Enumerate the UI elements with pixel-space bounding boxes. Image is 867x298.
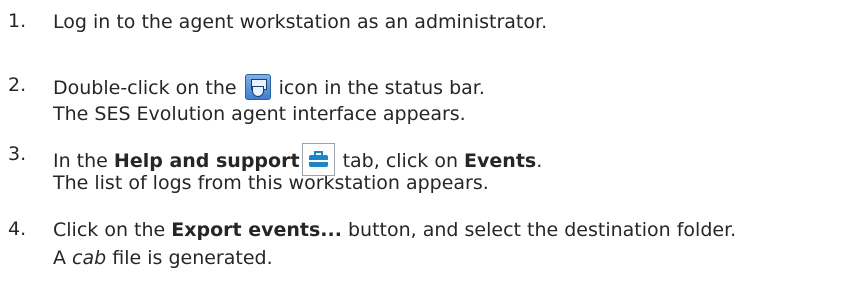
step-body: Log in to the agent workstation as an ad… bbox=[53, 10, 867, 34]
step-result-line: A cab file is generated. bbox=[53, 246, 867, 270]
events-label: Events bbox=[464, 150, 537, 172]
step-number: 3. bbox=[8, 143, 27, 165]
step-text-line-1: Click on the Export events... button, an… bbox=[53, 218, 867, 242]
text-segment: Click on the bbox=[53, 219, 166, 241]
step-result-line: The SES Evolution agent interface appear… bbox=[53, 103, 466, 125]
step-result-line: The list of logs from this workstation a… bbox=[53, 172, 489, 194]
text-segment: icon in the status bar. bbox=[278, 77, 485, 99]
step-text-line-1: In the Help and support tab, click on Ev… bbox=[53, 143, 867, 176]
step-number: 4. bbox=[8, 218, 27, 240]
step-text: Log in to the agent workstation as an ad… bbox=[53, 11, 548, 33]
agent-shield-icon bbox=[244, 74, 271, 100]
text-segment: button, and select the destination folde… bbox=[347, 219, 737, 241]
step-text-line-1: Double-click on the icon in the status b… bbox=[53, 74, 867, 100]
step-number: 1. bbox=[8, 10, 27, 32]
text-segment: file is generated. bbox=[112, 247, 273, 269]
step-body: Double-click on the icon in the status b… bbox=[53, 74, 867, 126]
text-segment: A bbox=[53, 247, 66, 269]
step-number: 2. bbox=[8, 74, 27, 96]
procedure-steps: 1. Log in to the agent workstation as an… bbox=[0, 0, 867, 298]
text-segment: tab, click on bbox=[342, 150, 458, 172]
tab-name: Help and support bbox=[113, 150, 300, 172]
text-segment: Double-click on the bbox=[53, 77, 237, 99]
step-body: Click on the Export events... button, an… bbox=[53, 218, 867, 270]
text-segment: In the bbox=[53, 150, 108, 172]
toolbox-icon bbox=[301, 143, 335, 176]
button-name: Export events... bbox=[171, 219, 342, 241]
step-body: In the Help and support tab, click on Ev… bbox=[53, 143, 867, 195]
text-segment: . bbox=[536, 150, 543, 172]
file-type: cab bbox=[72, 247, 107, 269]
